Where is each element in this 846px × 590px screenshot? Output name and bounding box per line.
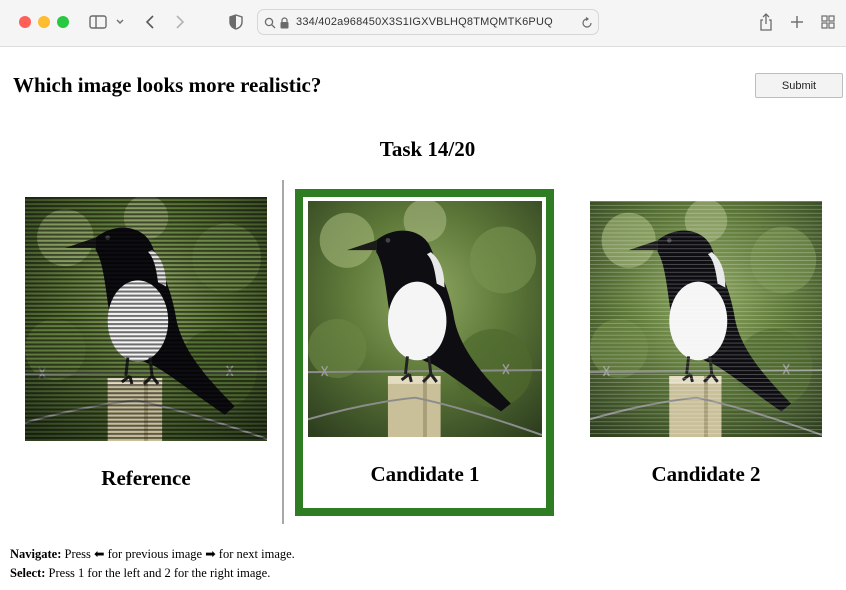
candidate-2-caption: Candidate 2 — [651, 462, 761, 486]
select-instructions: Select: Press 1 for the left and 2 for t… — [10, 566, 270, 581]
lock-icon — [280, 16, 289, 30]
right-arrow-icon: ➡ — [205, 547, 216, 561]
url-text: 334/402a968450X3S1IGXVBLHQ8TMQMTK6PUQ — [296, 16, 553, 28]
submit-button[interactable]: Submit — [755, 73, 843, 98]
reference-caption: Reference — [101, 466, 191, 490]
candidate-1-image[interactable] — [308, 201, 542, 437]
reference-image — [25, 197, 267, 441]
minimize-window-button[interactable] — [38, 16, 50, 28]
browser-toolbar: 334/402a968450X3S1IGXVBLHQ8TMQMTK6PUQ — [0, 0, 846, 47]
task-counter: Task 14/20 — [379, 137, 476, 161]
close-window-button[interactable] — [19, 16, 31, 28]
navigate-label: Navigate: — [10, 547, 62, 561]
reference-divider — [282, 180, 284, 524]
candidate-2-image[interactable] — [590, 201, 822, 437]
navigate-text: Press — [64, 547, 91, 561]
back-icon[interactable] — [142, 12, 158, 32]
chevron-down-icon[interactable] — [114, 12, 126, 32]
select-label: Select: — [10, 566, 46, 580]
address-bar[interactable]: 334/402a968450X3S1IGXVBLHQ8TMQMTK6PUQ — [257, 9, 599, 35]
candidate-1-caption: Candidate 1 — [370, 462, 480, 486]
page-title: Which image looks more realistic? — [13, 73, 322, 97]
shield-icon[interactable] — [228, 12, 244, 32]
plus-icon[interactable] — [789, 12, 805, 32]
navigate-instructions: Navigate: Press ⬅ for previous image ➡ f… — [10, 546, 295, 562]
navigate-text: for previous image — [107, 547, 203, 561]
left-arrow-icon: ⬅ — [94, 547, 105, 561]
tabs-grid-icon[interactable] — [820, 12, 836, 32]
navigate-text: for next image. — [218, 547, 295, 561]
share-icon[interactable] — [758, 12, 774, 32]
sidebar-icon[interactable] — [88, 12, 108, 32]
search-icon — [264, 16, 276, 30]
select-text: Press 1 for the left and 2 for the right… — [48, 566, 271, 580]
zoom-window-button[interactable] — [57, 16, 69, 28]
reload-icon[interactable] — [581, 16, 593, 30]
forward-icon[interactable] — [172, 12, 188, 32]
